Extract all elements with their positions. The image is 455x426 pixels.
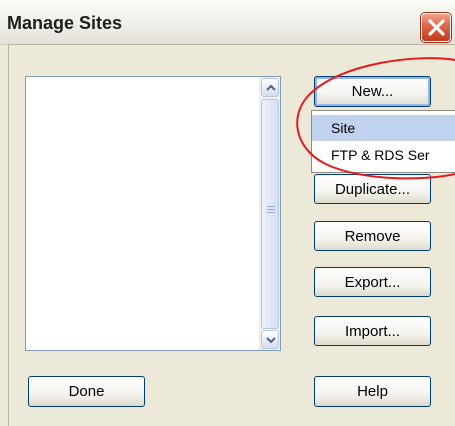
scroll-up-button[interactable] [261,78,279,97]
title-bar: Manage Sites [0,0,455,45]
done-button[interactable]: Done [28,376,145,407]
export-button[interactable]: Export... [314,267,431,297]
window-title: Manage Sites [7,13,123,33]
remove-button[interactable]: Remove [314,221,431,251]
new-button[interactable]: New... [314,76,431,107]
grip-icon [267,206,275,215]
new-dropdown-menu: Site FTP & RDS Ser [311,110,455,173]
menu-item-site[interactable]: Site [312,115,455,141]
duplicate-button[interactable]: Duplicate... [314,174,431,204]
import-button[interactable]: Import... [314,316,431,346]
close-button[interactable] [421,13,451,42]
chevron-up-icon [266,84,276,91]
scroll-down-button[interactable] [261,330,279,349]
menu-item-ftp-rds-server[interactable]: FTP & RDS Ser [312,142,455,168]
vertical-scrollbar[interactable] [259,77,280,350]
help-button[interactable]: Help [314,376,431,407]
sites-list[interactable] [25,76,281,351]
scroll-thumb[interactable] [261,99,279,329]
close-icon [428,19,445,36]
chevron-down-icon [266,337,276,344]
